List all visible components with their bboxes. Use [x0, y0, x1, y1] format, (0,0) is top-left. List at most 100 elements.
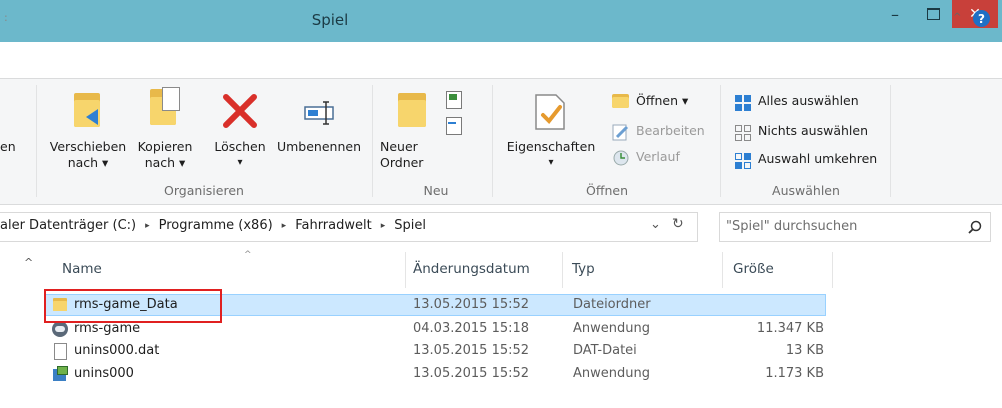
search-box[interactable]: "Spiel" durchsuchen — [719, 212, 991, 242]
history-icon — [613, 150, 629, 166]
file-size: 1.173 KB — [765, 366, 824, 381]
refresh-button[interactable]: ↻ — [672, 216, 684, 232]
new-item-button[interactable] — [444, 89, 468, 109]
collapse-ribbon-button[interactable]: ^ — [953, 12, 961, 23]
column-header-name[interactable]: Name — [62, 261, 102, 277]
copy-to-button[interactable]: Kopieren nach ▾ — [132, 83, 208, 179]
file-type: Anwendung — [573, 366, 650, 381]
column-header-type[interactable]: Typ — [572, 261, 595, 277]
address-bar[interactable]: aler Datenträger (C:) ▸ Programme (x86) ▸ Fa… — [0, 212, 698, 242]
new-folder-icon — [398, 93, 426, 127]
search-icon[interactable] — [968, 220, 982, 234]
ribbon-tab-row — [0, 42, 1002, 78]
copy-to-label-2: nach ▾ — [144, 155, 186, 170]
copy-folder-icon — [150, 87, 180, 125]
select-all-button[interactable]: Alles auswählen — [734, 93, 894, 113]
group-separator — [492, 85, 493, 197]
app-icon — [52, 321, 68, 337]
select-all-label: Alles auswählen — [758, 93, 859, 108]
group-label-neu: Neu — [423, 183, 449, 198]
breadcrumb-separator[interactable]: ▸ — [282, 221, 287, 231]
delete-button[interactable]: Löschen ▾ — [212, 83, 272, 179]
file-type: Dateiordner — [573, 297, 651, 312]
minimize-button[interactable]: – — [876, 0, 914, 28]
new-folder-label-2: Ordner — [380, 155, 424, 170]
delete-x-icon — [223, 94, 257, 128]
maximize-button[interactable] — [914, 0, 952, 28]
move-to-label-1: Verschieben — [49, 139, 127, 154]
file-type: DAT-Datei — [573, 343, 637, 358]
file-date: 13.05.2015 15:52 — [413, 366, 530, 381]
edit-label: Bearbeiten — [636, 123, 705, 138]
move-to-button[interactable]: Verschieben nach ▾ — [44, 83, 132, 179]
new-folder-button[interactable]: Neuer Ordner — [380, 83, 430, 179]
rename-label: Umbenennen — [276, 139, 362, 154]
open-button[interactable]: Öffnen ▾ — [612, 93, 712, 113]
file-date: 13.05.2015 15:52 — [413, 297, 530, 312]
history-button: Verlauf — [612, 149, 712, 169]
scroll-up-button[interactable]: ^ — [24, 256, 33, 269]
edit-icon — [612, 124, 629, 141]
column-header-date[interactable]: Änderungsdatum — [413, 261, 530, 277]
select-none-button[interactable]: Nichts auswählen — [734, 123, 894, 143]
file-date: 13.05.2015 15:52 — [413, 343, 530, 358]
easy-access-button[interactable] — [444, 115, 468, 135]
open-folder-icon — [612, 94, 629, 108]
file-type: Anwendung — [573, 321, 650, 336]
ribbon-tab-stub[interactable]: : — [4, 11, 8, 24]
column-divider[interactable] — [832, 252, 833, 288]
group-label-organisieren: Organisieren — [164, 183, 244, 198]
ribbon-cut-label: en — [0, 139, 16, 154]
file-size: 13 KB — [785, 343, 824, 358]
group-label-oeffnen: Öffnen — [586, 183, 628, 198]
file-name: unins000.dat — [74, 343, 160, 358]
group-separator — [372, 85, 373, 197]
file-name: unins000 — [74, 366, 134, 381]
invert-selection-button[interactable]: Auswahl umkehren — [734, 151, 894, 171]
select-all-icon — [735, 95, 751, 111]
breadcrumb-separator[interactable]: ▸ — [145, 221, 150, 231]
file-row[interactable]: unins000 13.05.2015 15:52 Anwendung 1.173 K… — [44, 363, 826, 385]
group-separator — [890, 85, 891, 197]
open-label: Öffnen ▾ — [636, 93, 689, 108]
sort-arrow-icon: ^ — [244, 250, 252, 260]
ribbon: en Verschieben nach ▾ Kopieren nach ▾ Lö… — [0, 78, 1002, 205]
breadcrumb-item[interactable]: aler Datenträger (C:) — [0, 218, 136, 233]
breadcrumb-item[interactable]: Spiel — [394, 218, 426, 233]
highlight-box — [44, 289, 222, 323]
file-icon — [52, 343, 68, 360]
group-label-auswaehlen: Auswählen — [772, 183, 840, 198]
move-folder-icon — [74, 93, 100, 127]
maximize-icon — [926, 8, 940, 20]
file-date: 04.03.2015 15:18 — [413, 321, 530, 336]
select-none-label: Nichts auswählen — [758, 123, 868, 138]
invert-selection-icon — [735, 153, 751, 169]
column-divider[interactable] — [562, 252, 563, 288]
invert-selection-label: Auswahl umkehren — [758, 151, 878, 166]
new-folder-label-1: Neuer — [380, 139, 418, 154]
properties-button[interactable]: Eigenschaften ▾ — [496, 83, 606, 179]
properties-label: Eigenschaften — [506, 139, 596, 154]
rename-button[interactable]: Umbenennen — [274, 83, 364, 179]
properties-icon — [535, 94, 565, 130]
window-title: Spiel — [311, 11, 349, 29]
delete-dropdown-arrow[interactable]: ▾ — [212, 155, 268, 171]
rename-icon — [304, 101, 334, 125]
file-row[interactable]: unins000.dat 13.05.2015 15:52 DAT-Datei 13 … — [44, 340, 826, 362]
file-name: rms-game — [74, 321, 141, 336]
installer-icon — [52, 366, 68, 382]
column-divider[interactable] — [405, 252, 406, 288]
group-separator — [720, 85, 721, 197]
address-dropdown-button[interactable]: ⌄ — [650, 217, 661, 232]
search-placeholder: "Spiel" durchsuchen — [726, 219, 858, 234]
group-separator — [36, 85, 37, 197]
breadcrumb-separator[interactable]: ▸ — [381, 221, 386, 231]
properties-dropdown-arrow[interactable]: ▾ — [496, 155, 606, 171]
column-divider[interactable] — [722, 252, 723, 288]
breadcrumb-item[interactable]: Fahrradwelt — [295, 218, 372, 233]
help-button[interactable]: ? — [973, 10, 990, 27]
breadcrumb-item[interactable]: Programme (x86) — [159, 218, 273, 233]
delete-label: Löschen — [214, 139, 266, 154]
breadcrumb: aler Datenträger (C:) ▸ Programme (x86) ▸ Fa… — [0, 218, 426, 233]
column-header-size[interactable]: Größe — [733, 261, 774, 277]
